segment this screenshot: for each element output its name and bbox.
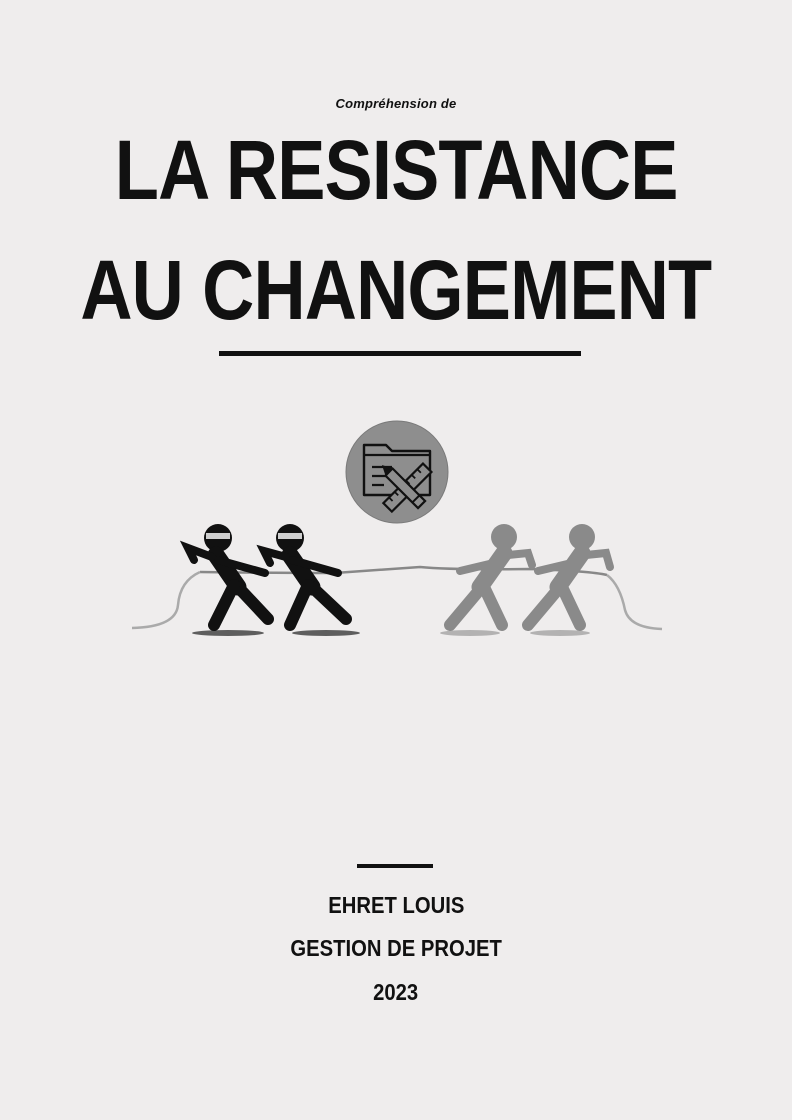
cover-title-line-2: AU CHANGEMENT xyxy=(0,248,792,332)
folder-pencil-ruler-icon xyxy=(345,420,449,524)
course-name-text: GESTION DE PROJET xyxy=(290,935,502,961)
cover-year-text: 2023 xyxy=(373,979,419,1005)
cover-page: Compréhension de LA RESISTANCE AU CHANGE… xyxy=(0,0,792,1120)
author-name: EHRET LOUIS xyxy=(0,894,792,917)
cover-title-line-1: LA RESISTANCE xyxy=(0,128,792,212)
left-team-figures xyxy=(179,524,352,631)
cover-title-text-1: LA RESISTANCE xyxy=(114,123,679,217)
title-divider xyxy=(219,351,581,356)
author-name-text: EHRET LOUIS xyxy=(327,892,465,918)
cover-year: 2023 xyxy=(0,981,792,1004)
footer-divider xyxy=(357,864,433,868)
course-name: GESTION DE PROJET xyxy=(0,937,792,960)
tug-of-war-illustration xyxy=(131,420,663,636)
cover-subtitle: Compréhension de xyxy=(335,96,457,111)
cover-title-text-2: AU CHANGEMENT xyxy=(80,243,713,337)
right-team-figures xyxy=(444,524,614,631)
